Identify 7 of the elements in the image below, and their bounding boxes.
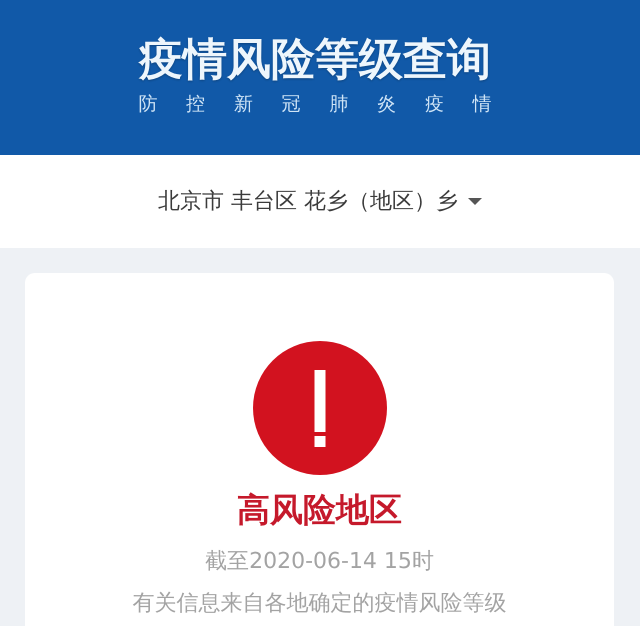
caret-icon (468, 198, 482, 205)
page-subtitle: 防控新冠肺炎疫情 (138, 92, 492, 117)
source-note: 有关信息来自各地确定的疫情风险等级 (132, 590, 506, 618)
location-picker[interactable]: 北京市 丰台区 花乡（地区）乡 (158, 186, 482, 216)
page-title: 疫情风险等级查询 (139, 34, 491, 86)
risk-level-label: 高风险地区 (237, 490, 402, 530)
update-time: 截至2020-06-14 15时 (205, 548, 434, 576)
